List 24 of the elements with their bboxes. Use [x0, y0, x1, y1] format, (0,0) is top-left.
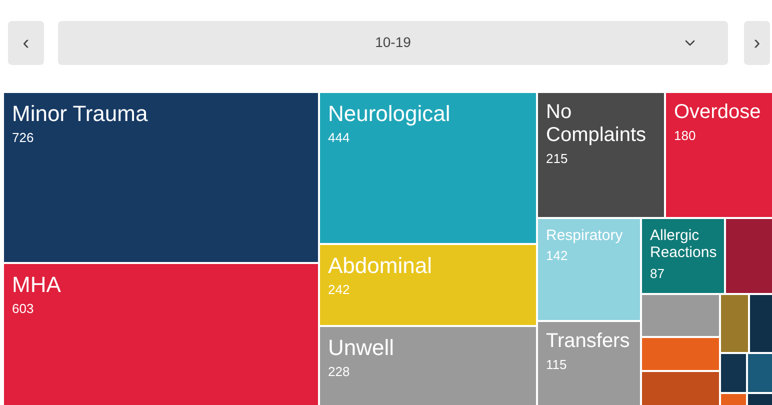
tile-label: No Complaints	[546, 101, 648, 147]
next-button[interactable]: ›	[744, 20, 770, 64]
tile-value: 726	[12, 130, 35, 147]
tile-label: Unwell	[328, 335, 396, 360]
tile-value: 215	[546, 151, 569, 168]
tile-value: 142	[546, 248, 569, 264]
tile-label: MHA	[12, 272, 62, 298]
previous-button[interactable]: ‹	[8, 20, 44, 64]
tile-label: Abdominal	[328, 253, 433, 278]
tile-value: 444	[328, 130, 351, 147]
tile-label: Transfers	[546, 330, 631, 353]
range-select[interactable]: 10-19	[58, 20, 728, 64]
select-value: 10-19	[375, 33, 411, 52]
tile-value: 115	[546, 357, 568, 374]
tile-value: 603	[12, 301, 35, 318]
tile-label: Minor Trauma	[12, 101, 149, 126]
tile-value: 180	[674, 128, 697, 144]
tile-label: Allergic Reactions	[650, 227, 716, 262]
tile-value: 87	[650, 266, 666, 282]
tile-value: 242	[328, 282, 351, 299]
tile-value: 228	[328, 364, 351, 381]
tile-label: Respiratory	[546, 227, 624, 244]
tile-label: Neurological	[328, 101, 452, 126]
tile-label: Overdose	[674, 101, 762, 124]
